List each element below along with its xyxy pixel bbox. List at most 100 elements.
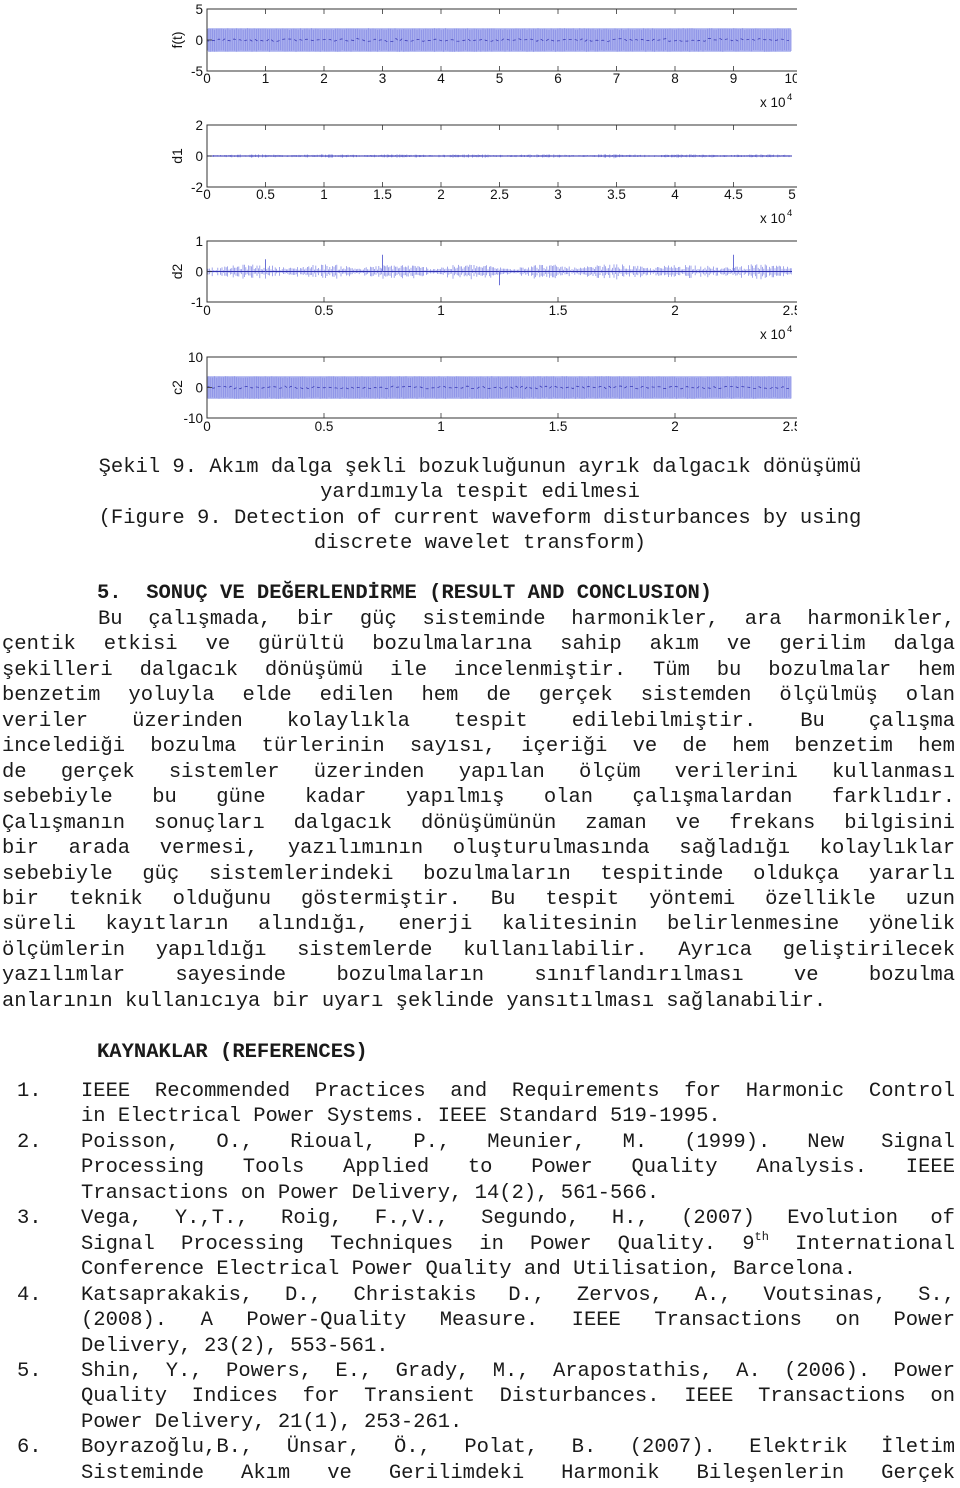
reference-number: 1. [17,1080,42,1103]
body-text-line: bir arada vermesi, yazılımının oluşturul… [2,837,955,861]
body-text-line: ölçümlerin yapıldığı sistemlerde kullanı… [2,938,955,962]
x-tick-label: 3 [379,71,387,86]
y-tick-label: 0 [195,381,203,396]
x-multiplier-label: x 10 [760,327,786,342]
body-text-line: veriler üzerinden kolaylıkla tespit edil… [2,709,955,733]
x-tick-label: 3.5 [607,187,626,202]
x-tick-label: 0.5 [315,419,334,434]
body-text-line: sebebiyle bu güne kadar yapılmış olan ça… [2,786,955,810]
x-tick-label: 1.5 [549,303,568,318]
x-multiplier-exponent: 4 [787,324,792,335]
x-tick-label: 2 [671,419,679,434]
subplot-f(t): 0 1 2 3 4 5 6 7 8 9 1050-5f(t)x 10 4 [169,2,800,110]
x-tick-label: 0 [203,303,211,318]
x-tick-label: 1.5 [549,419,568,434]
body-text-line: şekilleri dalgacık dönüşümü ile incelenm… [2,658,955,682]
reference-text-line: Power Delivery, 21(1), 253-261. [81,1410,463,1434]
reference-text-line: Sisteminde Akım ve Gerilimdeki Harmonik … [81,1461,955,1485]
references-heading: KAYNAKLAR (REFERENCES) [97,1041,368,1064]
x-multiplier-exponent: 4 [787,208,792,219]
reference-text-line: (2008). A Power-Quality Measure. IEEE Tr… [81,1309,955,1333]
body-text-line: süreli kayıtların alındığı, enerji kalit… [2,913,955,937]
body-text-line: benzetim yoluyla elde edilen hem de gerç… [2,684,955,708]
x-tick-label: 9 [730,71,738,86]
subplot-c2: 0 0.5 1 1.5 2 2.5100-10c2 [169,350,801,434]
x-tick-label: 1 [437,419,445,434]
x-tick-label: 1 [437,303,445,318]
signal-group [207,376,792,399]
reference-text-line: Poisson, O., Rioual, P., Meunier, M. (19… [81,1130,955,1154]
x-multiplier-label: x 10 [760,95,786,110]
reference-text-line: Conference Electrical Power Quality and … [81,1258,857,1282]
figure-caption-en-line2: discrete wavelet transform) [313,532,647,555]
body-text-line: Bu çalışmada, bir güç sisteminde harmoni… [98,608,955,631]
y-tick-label: -2 [191,180,203,195]
y-tick-label: 1 [195,234,203,249]
reference-number: 3. [17,1207,42,1231]
y-tick-label: 5 [195,2,203,17]
figure-caption-tr-line1: Şekil 9. Akım dalga şekli bozukluğunun a… [98,456,862,479]
x-tick-label: 2 [320,71,328,86]
reference-text: Signal Processing Techniques in Power Qu… [81,1232,755,1256]
body-text-line: de gerçek sistemler üzerinden yapılan öl… [2,760,955,784]
superscript: th [754,1229,769,1244]
y-axis-label: d2 [169,264,185,280]
y-tick-label: 10 [188,350,203,365]
x-tick-label: 1 [320,187,328,202]
x-tick-label: 6 [554,71,562,86]
reference-number: 6. [17,1436,42,1460]
signal-group [207,28,792,52]
reference-text-line: Quality Indices for Transient Disturbanc… [81,1385,955,1409]
reference-text-line: Transactions on Power Delivery, 14(2), 5… [81,1181,660,1205]
x-tick-label: 4 [671,187,679,202]
reference-text-line: Shin, Y., Powers, E., Grady, M., Arapost… [81,1359,955,1383]
reference-number: 4. [17,1283,42,1307]
body-text-line: bir teknik olduğunu göstermiştir. Bu tes… [2,887,955,911]
y-tick-label: -5 [191,64,203,79]
x-tick-label: 0 [203,187,211,202]
reference-number: 5. [17,1359,42,1383]
x-tick-label: 4.5 [724,187,743,202]
y-tick-label: -1 [191,295,203,310]
subplot-d1: 0 0.5 1 1.5 2 2.5 3 3.5 4 4.5 520-2d1x 10 4 [169,118,799,226]
body-text-line: sebebiyle güç sistemlerindeki bozulmalar… [2,862,955,886]
x-tick-label: 0 [203,71,211,86]
y-tick-label: 2 [195,118,203,133]
x-tick-label: 4 [437,71,445,86]
crop-mask [797,0,960,445]
reference-number: 2. [17,1130,42,1154]
reference-text-line: Delivery, 23(2), 553-561. [81,1334,389,1358]
x-tick-label: 3 [554,187,562,202]
x-tick-label: 8 [671,71,679,86]
body-text-line: anlarının kullanıcıya bir uyarı şeklinde… [2,989,827,1013]
reference-text-line: in Electrical Power Systems. IEEE Standa… [81,1105,721,1129]
reference-text-line: Vega, Y.,T., Roig, F.,V., Segundo, H., (… [81,1207,955,1231]
body-text-line: incelediği bozulma türlerinin sayısı, iç… [2,735,955,759]
section-heading-conclusion: 5. SONUÇ VE DEĞERLENDİRME (RESULT AND CO… [97,582,713,605]
figure-caption-tr-line2: yardımıyla tespit edilmesi [320,481,640,504]
y-tick-label: 0 [195,149,203,164]
x-tick-label: 1 [262,71,270,86]
body-text-line: çentik etkisi ve gürültü bozulmalarına s… [2,633,955,657]
y-axis-label: d1 [169,148,185,164]
reference-text-line: Signal Processing Techniques in Power Qu… [81,1229,955,1258]
reference-text-line: Processing Tools Applied to Power Qualit… [81,1156,955,1180]
y-tick-label: 0 [195,265,203,280]
x-tick-label: 5 [788,187,796,202]
y-tick-label: -10 [183,411,203,426]
x-tick-label: 0.5 [315,303,334,318]
y-axis-label: f(t) [169,31,185,48]
x-multiplier-exponent: 4 [787,92,792,103]
x-tick-label: 2.5 [490,187,509,202]
figure-9-wavelet-plots: 0 1 2 3 4 5 6 7 8 9 1050-5f(t)x 10 40 0.5 1 1.5 2 2.5 3 3.… [169,0,960,445]
x-tick-label: 7 [613,71,621,86]
x-tick-label: 2 [671,303,679,318]
signal-group [207,154,792,159]
x-multiplier-label: x 10 [760,211,786,226]
figure-caption-en-line1: (Figure 9. Detection of current waveform… [98,507,862,530]
reference-text-line: Boyrazoğlu,B., Ünsar, Ö., Polat, B. (200… [81,1436,955,1460]
x-tick-label: 2 [437,187,445,202]
body-text-line: yazılımlar sayesinde bozulmaların sınıfl… [2,964,955,988]
x-tick-label: 0 [203,419,211,434]
body-text-line: Çalışmanın sonuçları dalgacık dönüşümünü… [2,811,955,835]
